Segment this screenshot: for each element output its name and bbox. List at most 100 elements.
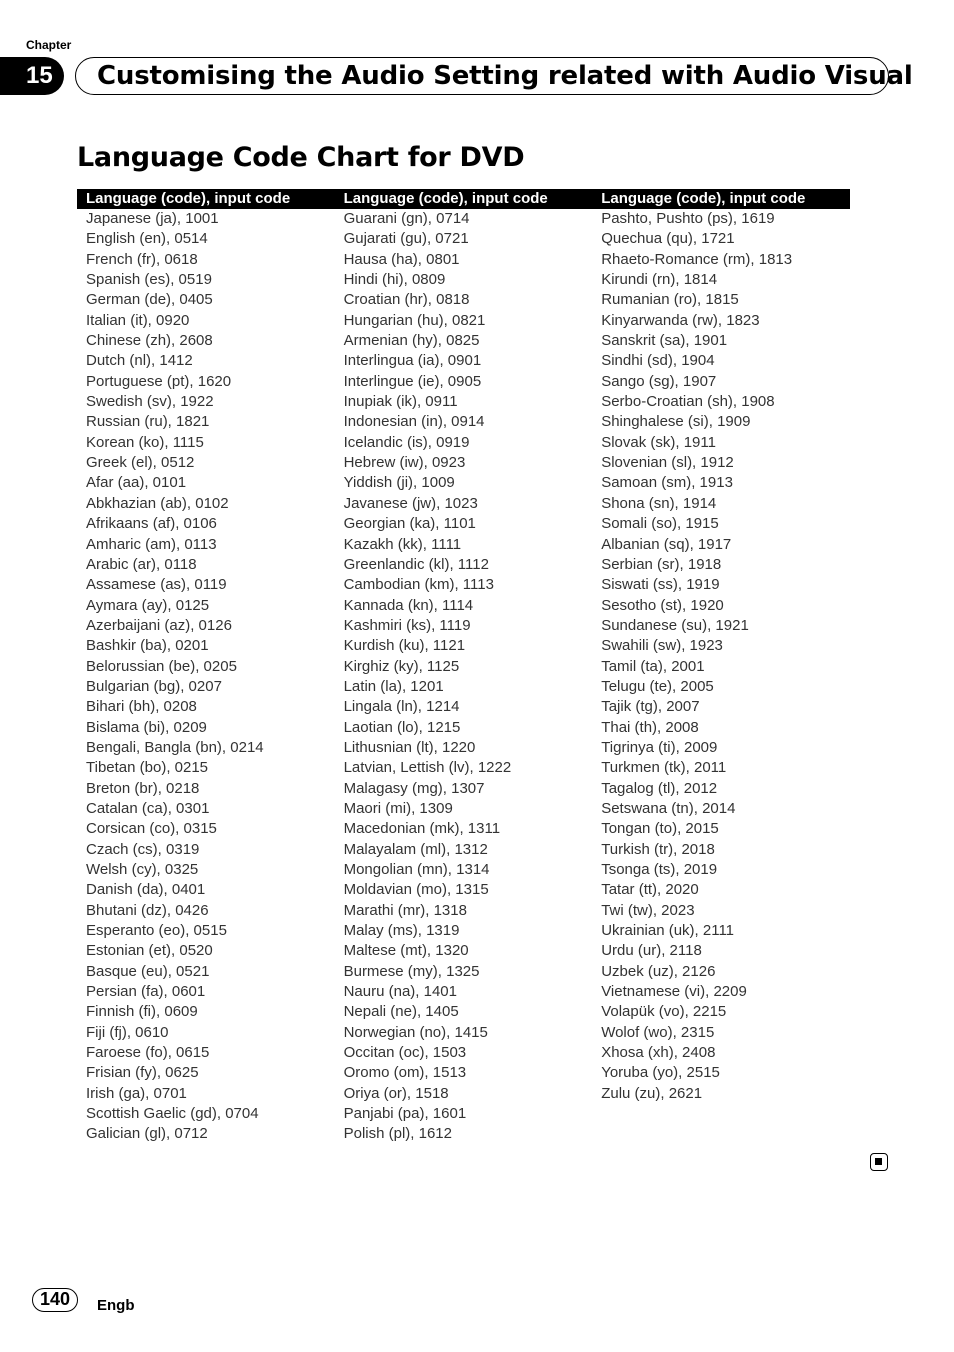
table-column: Guarani (gn), 0714 Gujarati (gu), 0721 Hau… [335, 209, 593, 1145]
table-cell: Rumanian (ro), 1815 [601, 291, 739, 309]
table-cell: Kannada (kn), 1114 [343, 596, 474, 614]
table-cell: Afrikaans (af), 0106 [86, 515, 217, 533]
table-cell: Assamese (as), 0119 [86, 576, 227, 594]
table-cell: Irish (ga), 0701 [86, 1084, 187, 1102]
table-cell: Czach (cs), 0319 [86, 840, 200, 858]
table-cell: Uzbek (uz), 2126 [601, 962, 716, 980]
table-cell: Norwegian (no), 1415 [343, 1023, 488, 1041]
table-cell: Latin (la), 1201 [343, 677, 444, 695]
table-cell: Dutch (nl), 1412 [86, 352, 193, 370]
table-cell: Galician (gl), 0712 [86, 1125, 208, 1143]
table-cell: Corsican (co), 0315 [86, 820, 217, 838]
table-cell: Indonesian (in), 0914 [343, 413, 485, 431]
table-cell: Persian (fa), 0601 [86, 983, 206, 1001]
table-cell: Interlingue (ie), 0905 [343, 372, 482, 390]
table-cell: Oromo (om), 1513 [343, 1064, 467, 1082]
table-cell: German (de), 0405 [86, 291, 213, 309]
table-cell: Tsonga (ts), 2019 [601, 861, 718, 878]
table-cell: Tagalog (tl), 2012 [601, 779, 718, 797]
table-cell: Scottish Gaelic (gd), 0704 [86, 1105, 259, 1123]
table-cell: Nepali (ne), 1405 [343, 1003, 459, 1021]
table-cell: Rhaeto-Romance (rm), 1813 [601, 250, 793, 268]
table-cell: Portuguese (pt), 1620 [86, 372, 232, 390]
table-cell: Bengali, Bangla (bn), 0214 [86, 738, 264, 756]
table-cell: Gujarati (gu), 0721 [343, 230, 469, 248]
table-cell: Amharic (am), 0113 [86, 535, 217, 553]
table-cell: Hungarian (hu), 0821 [343, 311, 486, 329]
table-cell: Georgian (ka), 1101 [343, 515, 476, 533]
table-cell: Bashkir (ba), 0201 [86, 637, 209, 655]
table-cell: Bhutani (dz), 0426 [86, 901, 209, 919]
table-cell: Afar (aa), 0101 [86, 474, 187, 492]
table-cell: Bislama (bi), 0209 [86, 718, 207, 736]
table-cell: Latvian, Lettish (lv), 1222 [343, 759, 512, 777]
table-cell: Icelandic (is), 0919 [343, 433, 470, 451]
table-cell: Polish (pl), 1612 [343, 1125, 452, 1143]
table-cell: Breton (br), 0218 [86, 779, 200, 797]
column-header: Language (code), input code [86, 190, 291, 207]
table-cell: Malayalam (ml), 1312 [343, 840, 488, 858]
table-cell: Urdu (ur), 2118 [601, 942, 702, 960]
table-cell: Tajik (tg), 2007 [601, 698, 700, 716]
table-cell: Slovak (sk), 1911 [601, 433, 716, 451]
table-cell: Hebrew (iw), 0923 [343, 454, 466, 472]
table-cell: Bulgarian (bg), 0207 [86, 677, 222, 695]
table-cell: Kashmiri (ks), 1119 [343, 616, 471, 634]
table-cell: Xhosa (xh), 2408 [601, 1044, 716, 1062]
column-header: Language (code), input code [601, 190, 806, 207]
table-cell: Kinyarwanda (rw), 1823 [601, 311, 760, 329]
table-cell: Marathi (mr), 1318 [343, 901, 467, 919]
table-cell: Burmese (my), 1325 [343, 962, 480, 980]
table-cell: Kurdish (ku), 1121 [343, 637, 466, 655]
table-cell: Tibetan (bo), 0215 [86, 759, 209, 777]
table-cell: Slovenian (sl), 1912 [601, 454, 734, 472]
table-cell: Shona (sn), 1914 [601, 494, 717, 512]
table-cell: Siswati (ss), 1919 [601, 576, 720, 594]
table-cell: Pashto, Pushto (ps), 1619 [601, 210, 775, 227]
table-cell: Interlingua (ia), 0901 [343, 352, 482, 370]
table-cell: Italian (it), 0920 [86, 311, 190, 329]
table-column: Pashto, Pushto (ps), 1619 Quechua (qu), 1… [592, 209, 850, 1145]
table-cell: Maori (mi), 1309 [343, 799, 453, 817]
table-cell: English (en), 0514 [86, 230, 208, 248]
table-cell: Korean (ko), 1115 [86, 433, 204, 451]
table-cell: Russian (ru), 1821 [86, 413, 210, 431]
table-cell: Swahili (sw), 1923 [601, 637, 723, 655]
table-cell: Basque (eu), 0521 [86, 962, 210, 980]
table-cell: Tamil (ta), 2001 [601, 657, 705, 675]
chapter-label: Chapter [26, 38, 72, 52]
table-cell: Quechua (qu), 1721 [601, 230, 735, 248]
chapter-title: Customising the Audio Setting related wi… [97, 61, 913, 91]
table-cell: Hindi (hi), 0809 [343, 271, 446, 289]
table-cell: Lingala (ln), 1214 [343, 698, 460, 716]
table-cell: Macedonian (mk), 1311 [343, 820, 501, 838]
table-cell: Wolof (wo), 2315 [601, 1023, 715, 1041]
table-cell: Abkhazian (ab), 0102 [86, 494, 229, 512]
table-cell: Panjabi (pa), 1601 [343, 1105, 467, 1123]
table-cell: Chinese (zh), 2608 [86, 332, 213, 350]
table-cell: Kazakh (kk), 1111 [343, 535, 462, 553]
table-cell: Telugu (te), 2005 [601, 677, 714, 695]
table-cell: Bihari (bh), 0208 [86, 698, 197, 716]
table-cell: Kirghiz (ky), 1125 [343, 657, 460, 675]
table-cell: Kirundi (rn), 1814 [601, 271, 718, 289]
table-cell: Spanish (es), 0519 [86, 271, 212, 289]
table-cell: Frisian (fy), 0625 [86, 1064, 199, 1082]
locale-label: Engb [97, 1297, 135, 1314]
table-cell: Inupiak (ik), 0911 [343, 393, 458, 411]
table-cell: Fiji (fj), 0610 [86, 1023, 169, 1041]
table-cell: Greenlandic (kl), 1112 [343, 555, 489, 573]
table-cell: Malagasy (mg), 1307 [343, 779, 485, 797]
table-cell: Greek (el), 0512 [86, 454, 195, 472]
table-cell: Croatian (hr), 0818 [343, 291, 470, 309]
table-cell: Oriya (or), 1518 [343, 1084, 449, 1102]
table-cell: Ukrainian (uk), 2111 [601, 922, 735, 940]
table-cell: Cambodian (km), 1113 [343, 576, 494, 594]
page-number: 140 [32, 1288, 78, 1312]
table-cell: Tongan (to), 2015 [601, 820, 719, 838]
table-cell: French (fr), 0618 [86, 250, 198, 268]
table-cell: Arabic (ar), 0118 [86, 555, 197, 573]
table-cell: Welsh (cy), 0325 [86, 861, 199, 878]
table-cell: Maltese (mt), 1320 [343, 942, 469, 960]
table-cell: Sesotho (st), 1920 [601, 596, 724, 614]
